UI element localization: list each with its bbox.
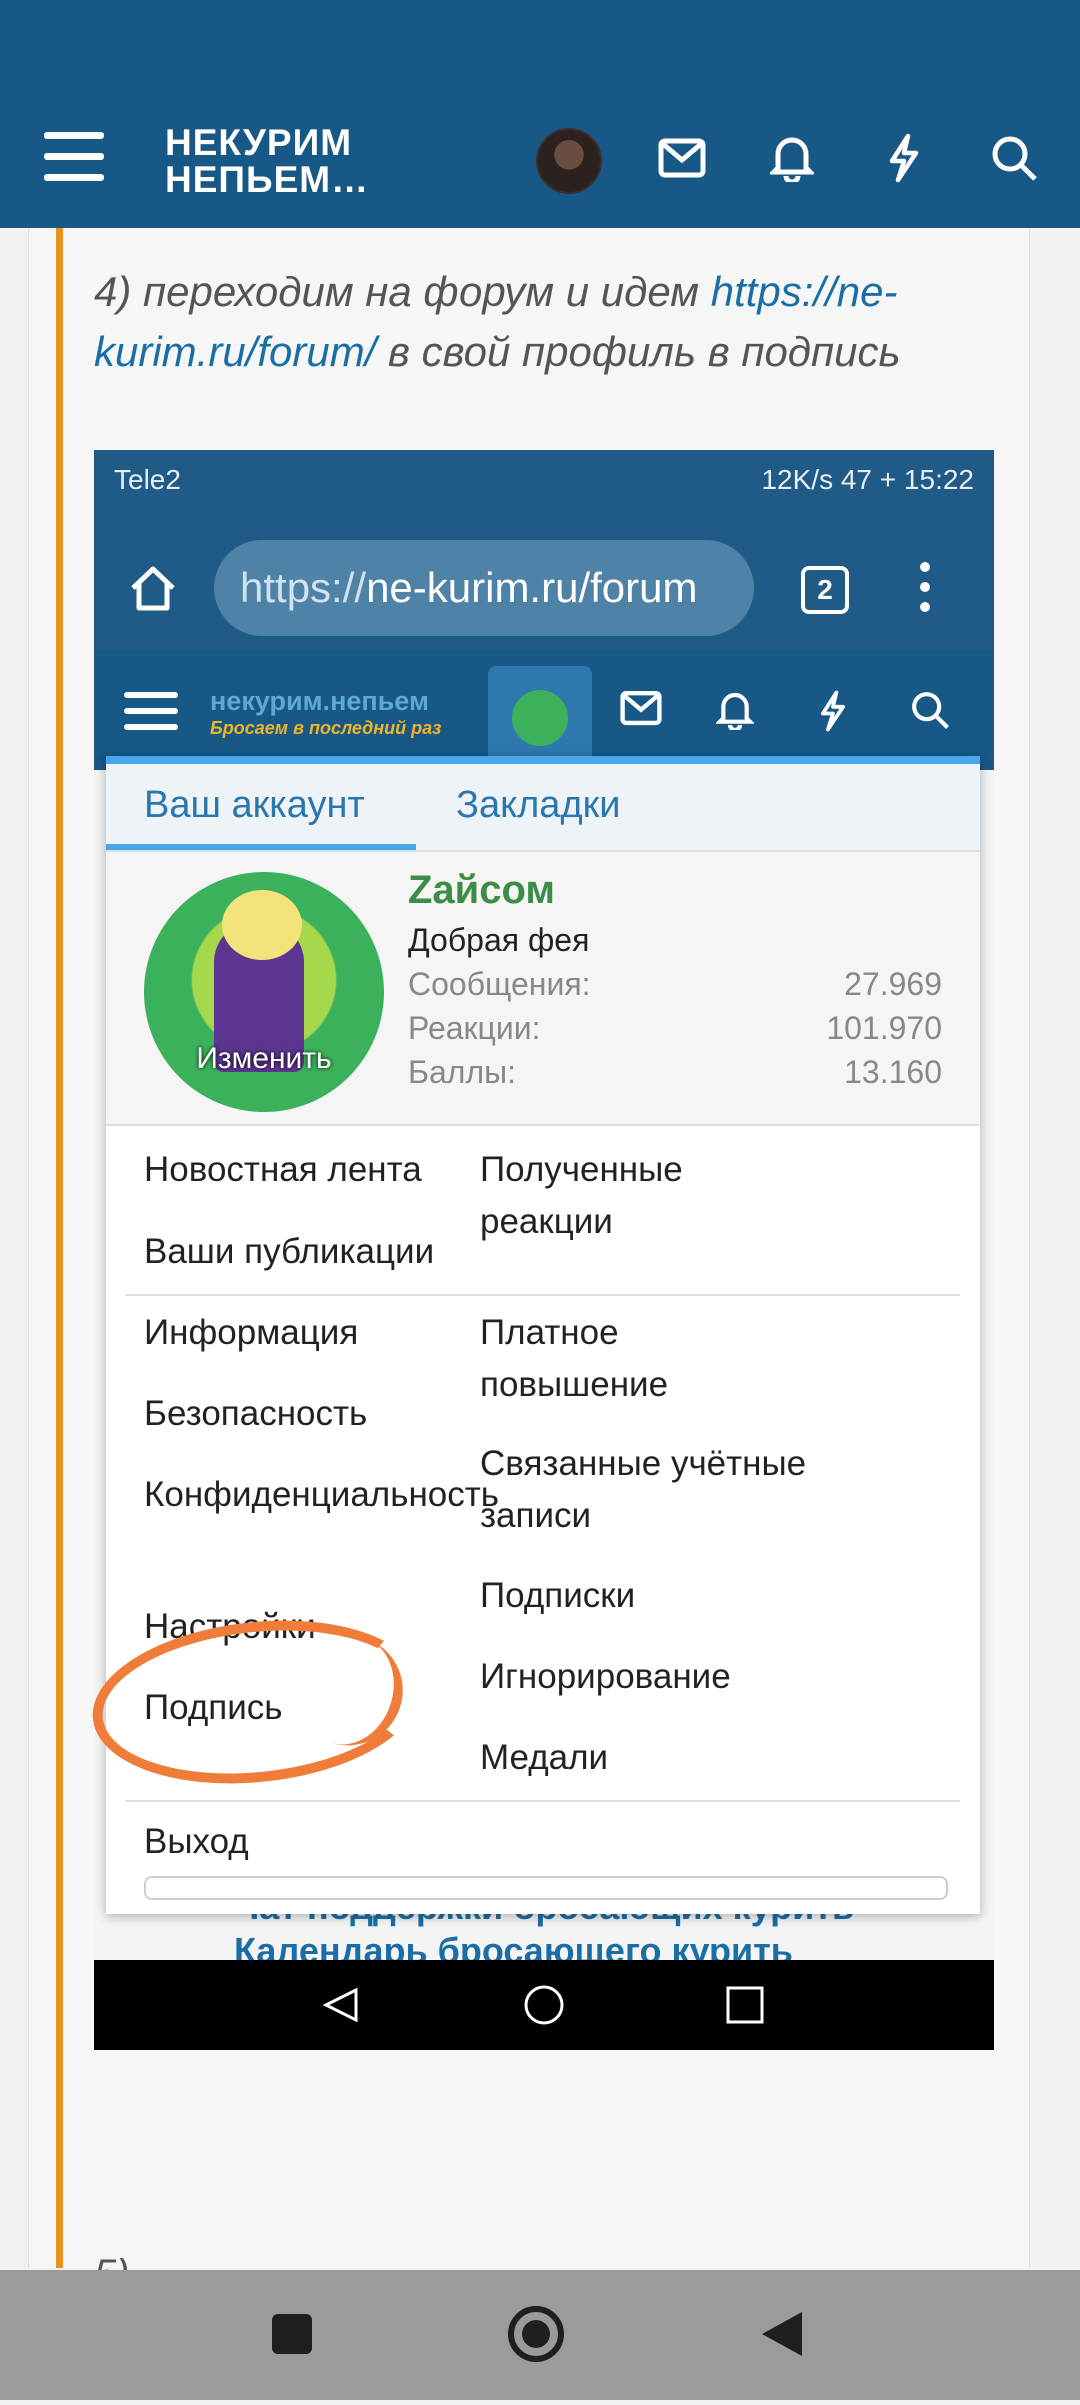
menu-medals[interactable]: Медали <box>480 1732 608 1784</box>
menu-privacy[interactable]: Конфиденциальность <box>144 1469 504 1521</box>
stat-label: Реакции: <box>408 1010 541 1046</box>
stat-label: Сообщения: <box>408 966 591 1002</box>
menu-news-feed[interactable]: Новостная лента <box>144 1144 422 1196</box>
stat-points: Баллы: 13.160 <box>408 1054 942 1091</box>
menu-icon[interactable] <box>124 692 178 740</box>
system-nav-bar <box>0 2270 1080 2400</box>
stat-value: 101.970 <box>826 1010 942 1046</box>
status-right: 12K/s 47 + 15:22 <box>761 464 974 495</box>
menu-information[interactable]: Информация <box>144 1307 358 1359</box>
active-tab-indicator <box>106 844 416 850</box>
step-4-text: 4) переходим на форум и идем https://ne-… <box>94 262 994 382</box>
stat-reactions: Реакции: 101.970 <box>408 1010 942 1047</box>
stat-messages: Сообщения: 27.969 <box>408 966 942 1003</box>
carrier-label: Tele2 <box>114 464 181 495</box>
menu-security[interactable]: Безопасность <box>144 1388 367 1440</box>
user-title: Добрая фея <box>408 922 590 958</box>
stat-value: 27.969 <box>844 966 942 1002</box>
avatar-edit-label[interactable]: Изменить <box>144 1042 384 1076</box>
popup-tabs: Ваш аккаунт Закладки <box>106 764 980 852</box>
url-prefix: https:// <box>240 564 367 611</box>
more-menu-icon[interactable] <box>920 562 930 622</box>
account-tab[interactable] <box>488 666 592 770</box>
mail-icon[interactable] <box>620 690 662 731</box>
browser-toolbar: https://ne-kurim.ru/forum 2 <box>94 510 994 650</box>
menu-connected-accounts[interactable]: Связанные учётные записи <box>480 1438 880 1542</box>
tab-your-account[interactable]: Ваш аккаунт <box>144 784 365 827</box>
tab-bookmarks[interactable]: Закладки <box>456 784 620 827</box>
tabs-count-button[interactable]: 2 <box>801 566 849 614</box>
menu-paid-upgrade[interactable]: Платное повышение <box>480 1307 780 1411</box>
logo-line1: НЕКУРИМ <box>165 122 353 163</box>
step-4-prefix: 4) переходим на форум и идем <box>94 268 711 315</box>
forum-header: НЕКУРИМ НЕПЬЕМ… <box>0 0 1080 228</box>
avatar <box>512 690 568 746</box>
embedded-screenshot: Tele2 12K/s 47 + 15:22 https://ne-kurim.… <box>94 450 994 2050</box>
home-button[interactable] <box>508 2306 564 2362</box>
url-bar[interactable]: https://ne-kurim.ru/forum <box>214 540 754 636</box>
user-avatar[interactable] <box>536 128 602 194</box>
divider <box>126 1800 960 1802</box>
menu-icon[interactable] <box>44 132 104 182</box>
username[interactable]: Zайсом <box>408 868 555 913</box>
bell-icon[interactable] <box>762 128 822 188</box>
quote-accent-bar <box>56 228 63 2268</box>
phone-status-bar: Tele2 12K/s 47 + 15:22 <box>94 450 994 510</box>
stat-label: Баллы: <box>408 1054 517 1090</box>
forum-logo-slogan: Бросаем в последний раз <box>210 718 442 738</box>
avatar-head <box>222 890 302 960</box>
profile-summary: Изменить Zайсом Добрая фея Сообщения: 27.… <box>106 852 980 1126</box>
popup-footer-field <box>144 1876 948 1900</box>
menu-your-posts[interactable]: Ваши публикации <box>144 1226 434 1278</box>
profile-avatar[interactable]: Изменить <box>144 872 384 1112</box>
site-logo[interactable]: НЕКУРИМ НЕПЬЕМ… <box>165 124 369 198</box>
recents-button[interactable] <box>272 2314 312 2354</box>
step-4-suffix: в свой профиль в подпись <box>376 328 901 375</box>
mail-icon[interactable] <box>652 128 712 188</box>
search-icon[interactable] <box>910 690 950 735</box>
forum-logo-text: некурим.непьем <box>210 686 429 716</box>
embedded-nav-icons <box>322 1985 764 2025</box>
search-icon[interactable] <box>984 128 1044 188</box>
embedded-nav-bar <box>94 1960 994 2050</box>
forum-header-mini: некурим.непьем Бросаем в последний раз <box>94 650 994 770</box>
bolt-icon[interactable] <box>874 128 934 188</box>
menu-logout[interactable]: Выход <box>144 1816 249 1868</box>
home-icon[interactable] <box>128 564 178 617</box>
divider <box>126 1294 960 1296</box>
url-domain: ne-kurim.ru/forum <box>366 564 698 611</box>
back-button[interactable] <box>762 2312 802 2356</box>
bolt-icon[interactable] <box>816 690 850 737</box>
bell-icon[interactable] <box>714 690 756 735</box>
menu-subscriptions[interactable]: Подписки <box>480 1570 635 1622</box>
menu-ignoring[interactable]: Игнорирование <box>480 1651 731 1703</box>
menu-received-reactions[interactable]: Полученные реакции <box>480 1144 780 1248</box>
stat-value: 13.160 <box>844 1054 942 1090</box>
logo-line2: НЕПЬЕМ… <box>165 159 370 200</box>
